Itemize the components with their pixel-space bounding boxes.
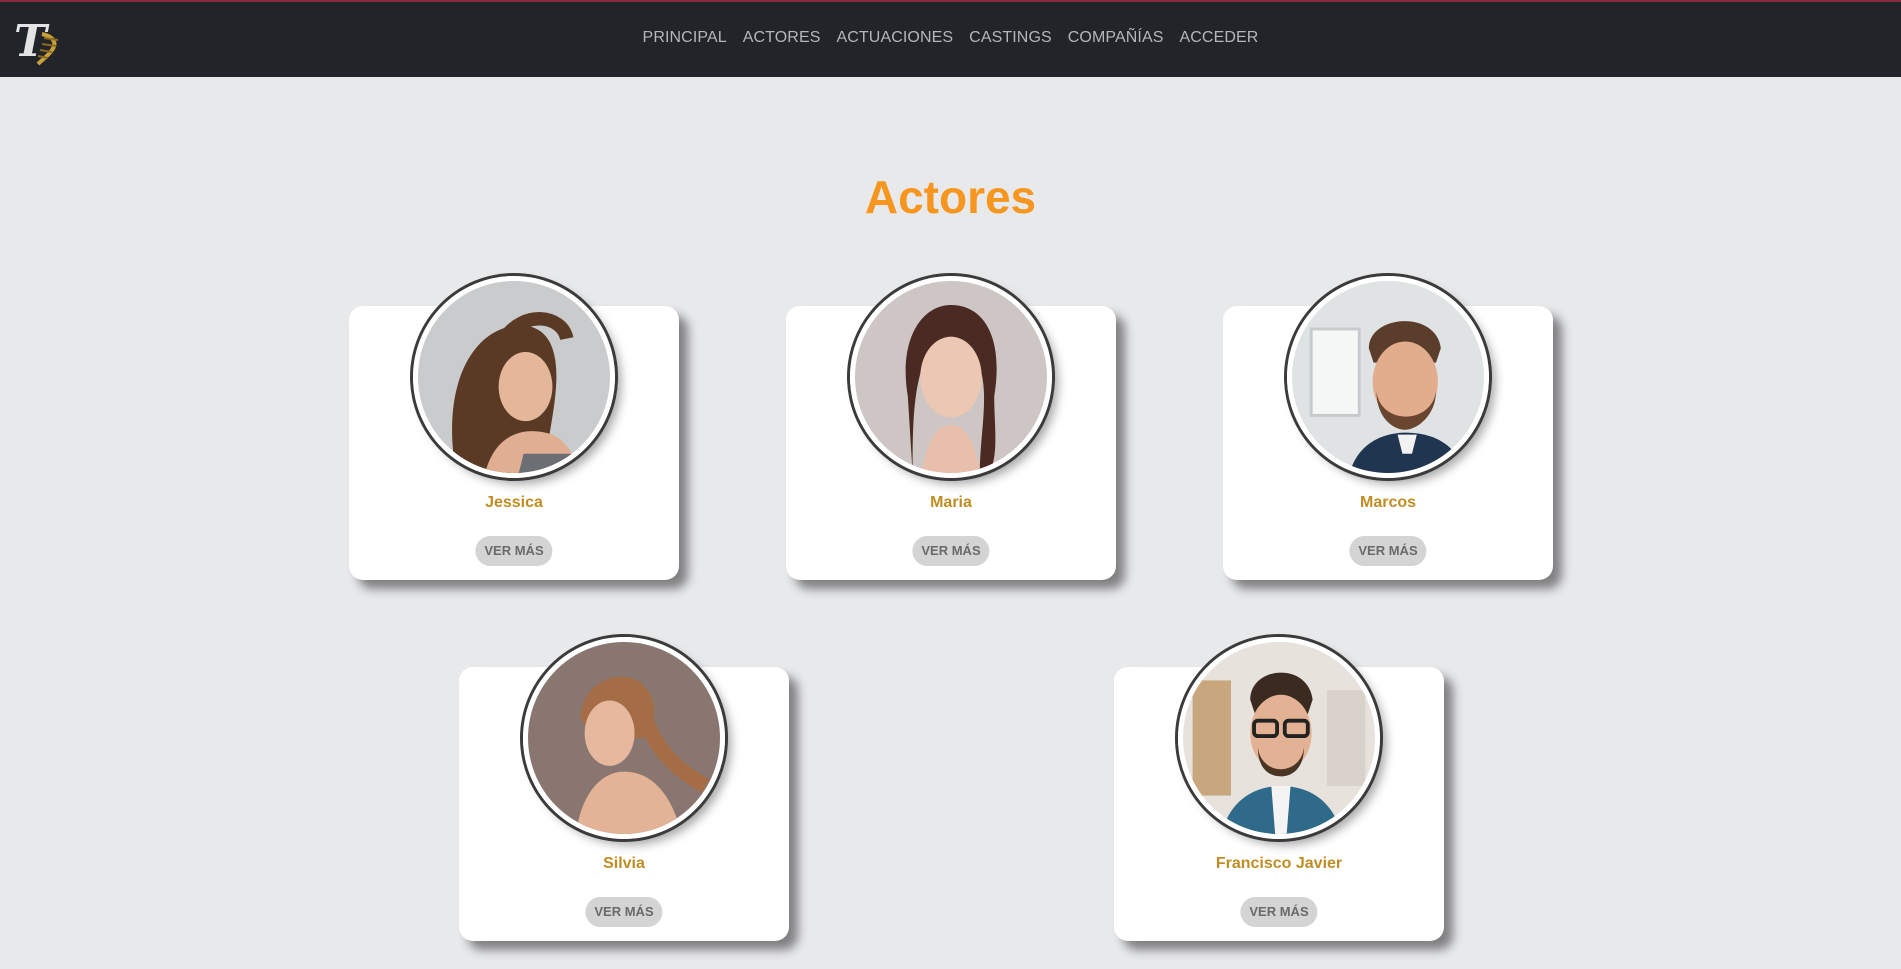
main-nav: PRINCIPAL ACTORES ACTUACIONES CASTINGS C… [0, 29, 1901, 47]
nav-acceder[interactable]: ACCEDER [1180, 29, 1259, 47]
ver-mas-button[interactable]: VER MÁS [912, 536, 990, 566]
ver-mas-button[interactable]: VER MÁS [585, 897, 663, 927]
top-navbar: T PRINCIPAL ACTORES ACTUACIONES CASTINGS… [0, 0, 1901, 77]
actor-card: Silvia VER MÁS [459, 637, 789, 941]
actor-name: Francisco Javier [1215, 855, 1343, 872]
ver-mas-button[interactable]: VER MÁS [475, 536, 553, 566]
actor-name: Marcos [1359, 494, 1417, 511]
nav-companias[interactable]: COMPAÑÍAS [1068, 29, 1164, 47]
actor-name: Maria [930, 494, 972, 511]
page-title: Actores [864, 171, 1037, 223]
actor-photo [413, 276, 615, 478]
ver-mas-button[interactable]: VER MÁS [1240, 897, 1318, 927]
actor-card: Jessica VER MÁS [349, 276, 679, 580]
nav-actuaciones[interactable]: ACTUACIONES [837, 29, 954, 47]
actor-card: Maria VER MÁS [786, 276, 1116, 580]
actor-photo [850, 276, 1052, 478]
actor-card: Francisco Javier VER MÁS [1114, 637, 1444, 941]
actor-name: Silvia [603, 855, 645, 872]
nav-castings[interactable]: CASTINGS [969, 29, 1052, 47]
nav-actores[interactable]: ACTORES [743, 29, 821, 47]
actor-photo [523, 637, 725, 839]
actor-card: Marcos VER MÁS [1223, 276, 1553, 580]
actor-photo [1287, 276, 1489, 478]
ver-mas-button[interactable]: VER MÁS [1349, 536, 1427, 566]
nav-principal[interactable]: PRINCIPAL [643, 29, 727, 47]
actor-photo [1178, 637, 1380, 839]
actor-name: Jessica [485, 494, 543, 511]
